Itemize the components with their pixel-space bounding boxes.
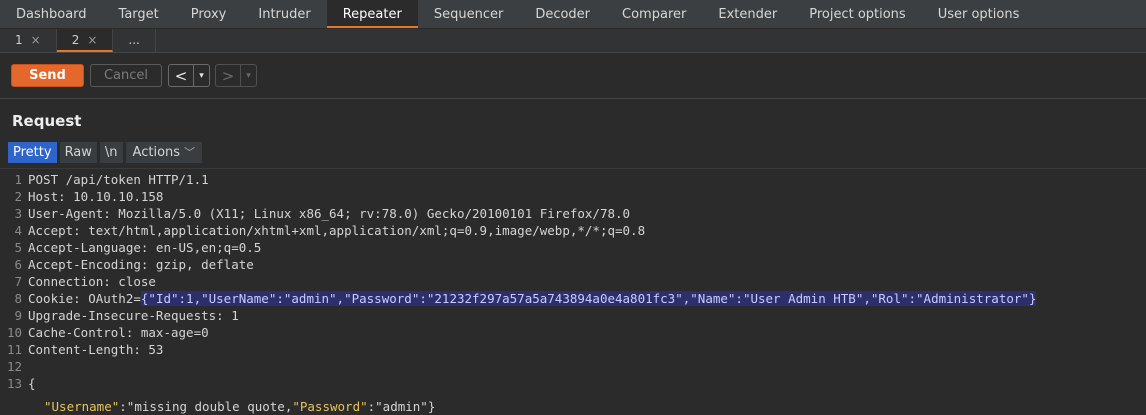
main-tab-bar: Dashboard Target Proxy Intruder Repeater Sequ…	[0, 0, 1146, 29]
request-line: 3 User-Agent: Mozilla/5.0 (X11; Linux x86…	[0, 205, 1146, 222]
line-content: Accept-Language: en-US,en;q=0.5	[28, 240, 262, 255]
pretty-view-button[interactable]: Pretty	[8, 142, 57, 163]
newline-toggle-button[interactable]: \n	[99, 142, 123, 163]
cancel-button[interactable]: Cancel	[90, 64, 162, 87]
repeater-tab-label: ...	[128, 33, 140, 47]
line-text: Host: 10.10.10.158	[28, 188, 163, 205]
line-content: POST /api/token HTTP/1.1	[28, 172, 209, 187]
line-number: 12	[6, 359, 22, 374]
line-content: Accept-Encoding: gzip, deflate	[28, 257, 254, 272]
line-content: Accept: text/html,application/xhtml+xml,…	[28, 223, 646, 238]
back-history-dropdown-icon[interactable]: ▾	[193, 65, 209, 86]
request-line: 4 Accept: text/html,application/xhtml+xml…	[0, 222, 1146, 239]
request-line: 6 Accept-Encoding: gzip, deflate	[0, 256, 1146, 273]
close-tab-icon[interactable]: ×	[31, 33, 41, 47]
toolbar-divider	[0, 98, 1146, 99]
line-text: Cookie: OAuth2={"Id":1,"UserName":"admin…	[28, 290, 1037, 307]
line-text: User-Agent: Mozilla/5.0 (X11; Linux x86_…	[28, 205, 630, 222]
request-line: 2 Host: 10.10.10.158	[0, 188, 1146, 205]
tab-comparer[interactable]: Comparer	[606, 0, 702, 28]
line-text: Upgrade-Insecure-Requests: 1	[28, 307, 239, 324]
request-line: 7 Connection: close	[0, 273, 1146, 290]
line-number: 6	[14, 257, 22, 272]
line-text: Content-Length: 53	[28, 341, 163, 358]
forward-arrow-icon[interactable]: >	[216, 65, 240, 86]
repeater-tab-2[interactable]: 2 ×	[56, 29, 114, 52]
request-line: 13 {	[0, 375, 1146, 392]
line-number: 5	[14, 240, 22, 255]
close-tab-icon[interactable]: ×	[87, 33, 97, 47]
request-view-bar: Pretty Raw \n Actions ﹀	[8, 142, 205, 163]
repeater-tab-1[interactable]: 1 ×	[0, 29, 57, 52]
line-number: 8	[14, 291, 22, 306]
forward-history-dropdown-icon[interactable]: ▾	[240, 65, 256, 86]
send-button[interactable]: Send	[11, 64, 84, 87]
line-content: Cache-Control: max-age=0	[28, 325, 209, 340]
line-number: 2	[14, 189, 22, 204]
line-text: Accept-Language: en-US,en;q=0.5	[28, 239, 261, 256]
line-content: User-Agent: Mozilla/5.0 (X11; Linux x86_…	[28, 206, 631, 221]
line-number: 9	[14, 308, 22, 323]
json-key: "Username"	[44, 399, 120, 414]
body-json: "Username":"missing double quote,"Passwo…	[44, 398, 435, 415]
line-content: Cookie: OAuth2=	[28, 291, 141, 306]
request-title: Request	[12, 112, 82, 130]
selected-cookie-value: {"Id":1,"UserName":"admin","Password":"2…	[140, 291, 1037, 306]
request-line: 10 Cache-Control: max-age=0	[0, 324, 1146, 341]
line-content: Upgrade-Insecure-Requests: 1	[28, 308, 239, 323]
actions-label: Actions	[132, 145, 181, 160]
line-text: Accept: text/html,application/xhtml+xml,…	[28, 222, 645, 239]
request-line: 9 Upgrade-Insecure-Requests: 1	[0, 307, 1146, 324]
line-content: {	[28, 376, 36, 391]
json-key: "Password"	[292, 399, 368, 414]
request-line: 11 Content-Length: 53	[0, 341, 1146, 358]
raw-view-button[interactable]: Raw	[59, 142, 97, 163]
repeater-tab-label: 1	[15, 33, 23, 47]
tab-project-options[interactable]: Project options	[793, 0, 922, 28]
tab-proxy[interactable]: Proxy	[175, 0, 243, 28]
line-content: Content-Length: 53	[28, 342, 164, 357]
actions-dropdown[interactable]: Actions ﹀	[125, 142, 203, 163]
line-text: Cache-Control: max-age=0	[28, 324, 209, 341]
repeater-tab-3[interactable]: ...	[113, 29, 156, 52]
request-line: 12	[0, 358, 1146, 375]
tab-extender[interactable]: Extender	[702, 0, 793, 28]
line-content: Host: 10.10.10.158	[28, 189, 164, 204]
repeater-sub-tab-bar: 1 × 2 ×...	[0, 29, 1146, 53]
tab-intruder[interactable]: Intruder	[242, 0, 326, 28]
tab-repeater[interactable]: Repeater	[326, 0, 418, 28]
forward-navigation: > ▾	[215, 64, 257, 87]
repeater-toolbar: Send Cancel < ▾ > ▾	[0, 55, 1146, 97]
tab-sequencer[interactable]: Sequencer	[418, 0, 519, 28]
chevron-down-icon: ﹀	[184, 146, 196, 159]
tab-dashboard[interactable]: Dashboard	[0, 0, 103, 28]
request-line: 8 Cookie: OAuth2={"Id":1,"UserName":"admi…	[0, 290, 1146, 307]
line-number: 1	[14, 172, 22, 187]
json-value: :"admin"}	[367, 399, 436, 414]
tab-target[interactable]: Target	[103, 0, 175, 28]
line-number: 10	[6, 325, 22, 340]
request-line: 1 POST /api/token HTTP/1.1	[0, 171, 1146, 188]
line-number: 4	[14, 223, 22, 238]
back-arrow-icon[interactable]: <	[169, 65, 193, 86]
line-text: Connection: close	[28, 273, 156, 290]
line-number: 7	[14, 274, 22, 289]
line-number: 11	[6, 342, 22, 357]
tab-user-options[interactable]: User options	[922, 0, 1036, 28]
request-line: 5 Accept-Language: en-US,en;q=0.5	[0, 239, 1146, 256]
request-body-line: "Username":"missing double quote,"Passwo…	[0, 398, 1146, 415]
line-text: {	[28, 375, 36, 392]
line-content: Connection: close	[28, 274, 156, 289]
line-text: POST /api/token HTTP/1.1	[28, 171, 209, 188]
line-number: 13	[6, 376, 22, 391]
line-text: Accept-Encoding: gzip, deflate	[28, 256, 254, 273]
repeater-tab-label: 2	[71, 33, 80, 47]
back-navigation: < ▾	[168, 64, 210, 87]
json-value: :"missing double quote,	[119, 399, 293, 414]
request-editor[interactable]: 1 POST /api/token HTTP/1.1 2 Host: 10.10.10…	[0, 168, 1146, 415]
line-number: 3	[14, 206, 22, 221]
tab-decoder[interactable]: Decoder	[519, 0, 606, 28]
